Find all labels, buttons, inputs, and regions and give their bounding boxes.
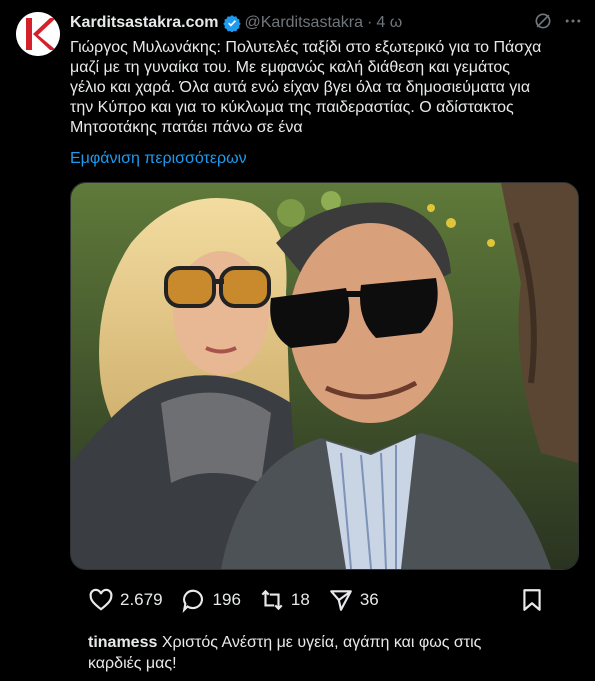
bookmark-icon: [523, 589, 541, 611]
reply-count: 196: [212, 590, 241, 609]
comment-username[interactable]: tinamess: [88, 634, 157, 651]
post-photo[interactable]: [70, 182, 579, 570]
grok-icon[interactable]: [533, 11, 553, 36]
post-text: Γιώργος Μυλωνάκης: Πολυτελές ταξίδι στο …: [70, 39, 542, 136]
separator-dot: ·: [367, 14, 373, 31]
share-count: 36: [359, 590, 379, 609]
repost-icon: [261, 589, 283, 611]
like-count: 2.679: [120, 590, 163, 609]
account-avatar[interactable]: [16, 12, 60, 56]
verified-badge-icon: [222, 14, 241, 32]
karditsastakra-logo: [16, 12, 60, 56]
caption-comment: tinamess Χριστός Ανέστη με υγεία, αγάπη …: [88, 632, 568, 674]
reply-icon: [182, 589, 203, 613]
selfie-photo-image: [71, 183, 578, 569]
post-time[interactable]: 4 ω: [376, 14, 402, 32]
post-header: Karditsastakra.com @Karditsastakra · 4 ω: [70, 12, 583, 34]
heart-icon: [89, 588, 113, 611]
reply-button[interactable]: 196: [181, 587, 241, 613]
more-options-icon[interactable]: [563, 11, 583, 36]
action-bar: 2.679 196 18 36: [88, 585, 563, 615]
show-more-link[interactable]: Εμφάνιση περισσότερων: [70, 150, 247, 168]
share-button[interactable]: 36: [328, 587, 379, 613]
repost-button[interactable]: 18: [259, 587, 310, 613]
account-handle[interactable]: @Karditsastakra: [245, 14, 364, 32]
like-button[interactable]: 2.679: [88, 587, 163, 613]
share-icon: [330, 590, 352, 611]
bookmark-button[interactable]: [519, 587, 545, 613]
repost-count: 18: [290, 590, 310, 609]
account-name[interactable]: Karditsastakra.com: [70, 14, 219, 32]
